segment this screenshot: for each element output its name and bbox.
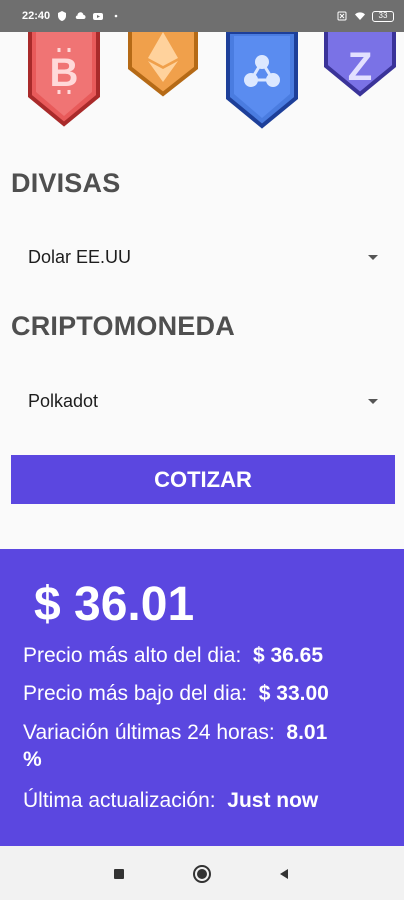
dropdown-arrow-icon bbox=[368, 398, 378, 404]
ripple-icon bbox=[226, 32, 298, 129]
change-unit: % bbox=[23, 748, 42, 771]
quote-button[interactable]: COTIZAR bbox=[11, 455, 395, 504]
header-crypto-art: B Z bbox=[0, 32, 404, 150]
ethereum-icon bbox=[128, 32, 198, 97]
high-price-value: $ 36.65 bbox=[252, 644, 324, 667]
change-value: 8.01 bbox=[286, 721, 328, 744]
high-price-row: Precio más alto del dia: $ 36.65 bbox=[23, 642, 323, 669]
svg-text:Z: Z bbox=[348, 45, 372, 89]
crypto-select[interactable]: Polkadot bbox=[28, 385, 378, 417]
change-row: Variación últimas 24 horas: 8.01 % bbox=[23, 719, 383, 773]
dot-icon bbox=[114, 14, 118, 18]
currency-select-value: Dolar EE.UU bbox=[28, 246, 132, 267]
low-price-row: Precio más bajo del dia: $ 33.00 bbox=[23, 680, 329, 707]
youtube-icon bbox=[93, 13, 104, 20]
bitcoin-icon: B bbox=[28, 32, 100, 127]
zcoin-icon: Z bbox=[324, 32, 396, 97]
result-panel: $ 36.01 Precio más alto del dia: $ 36.65… bbox=[0, 549, 404, 846]
current-price: $ 36.01 bbox=[34, 578, 195, 631]
back-icon bbox=[280, 869, 288, 879]
low-price-label: Precio más bajo del dia: bbox=[23, 682, 248, 705]
cloud-icon bbox=[75, 12, 86, 19]
shield-icon bbox=[58, 11, 67, 21]
sim-icon bbox=[337, 11, 347, 21]
back-button[interactable] bbox=[274, 864, 294, 884]
updated-label: Última actualización: bbox=[23, 789, 216, 812]
high-price-label: Precio más alto del dia: bbox=[23, 644, 242, 667]
currency-select[interactable]: Dolar EE.UU bbox=[28, 241, 378, 273]
home-icon bbox=[193, 865, 211, 883]
home-button[interactable] bbox=[192, 864, 212, 884]
updated-row: Última actualización: Just now bbox=[23, 787, 318, 814]
crypto-select-value: Polkadot bbox=[28, 390, 99, 411]
crypto-heading: CRIPTOMONEDA bbox=[11, 311, 235, 341]
updated-value: Just now bbox=[227, 789, 319, 812]
status-time: 22:40 bbox=[22, 10, 51, 22]
recents-icon bbox=[114, 869, 124, 879]
dropdown-arrow-icon bbox=[368, 254, 378, 260]
battery-indicator: 33 bbox=[372, 10, 394, 22]
low-price-value: $ 33.00 bbox=[258, 682, 329, 705]
recents-button[interactable] bbox=[109, 864, 129, 884]
system-nav-bar bbox=[0, 846, 404, 900]
status-bar: 22:40 33 bbox=[0, 0, 404, 32]
svg-text:B: B bbox=[50, 51, 79, 95]
wifi-icon bbox=[355, 12, 365, 20]
change-label: Variación últimas 24 horas: bbox=[23, 721, 275, 744]
currency-heading: DIVISAS bbox=[11, 168, 121, 198]
notification-icons bbox=[56, 10, 122, 22]
